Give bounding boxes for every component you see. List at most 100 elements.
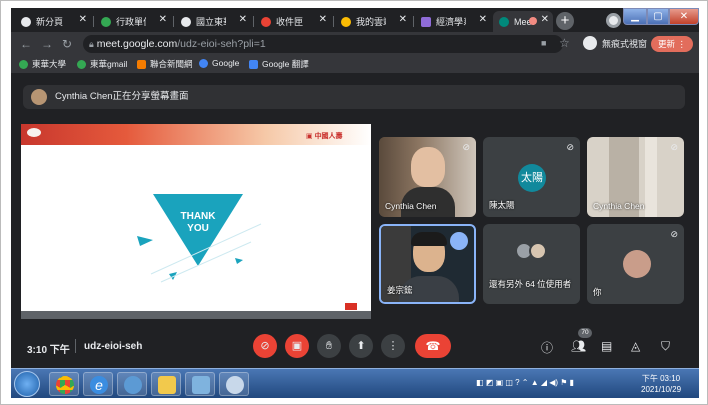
tab-divider — [173, 16, 174, 27]
chat-icon[interactable]: ▤ — [601, 339, 612, 353]
recording-dot-icon — [529, 17, 537, 25]
bookmark-udn[interactable]: 聯合新聞網 — [137, 58, 193, 70]
tab-favicon-icon — [101, 16, 111, 27]
participant-name: 你 — [593, 287, 602, 297]
bookmark-label: 東華大學 — [32, 59, 67, 69]
activities-icon[interactable]: ◬ — [631, 339, 640, 353]
people-icon[interactable]: 👥︎ — [571, 339, 586, 353]
close-tab-icon[interactable]: ✕ — [399, 14, 407, 25]
taskbar-paint[interactable] — [219, 372, 249, 396]
close-tab-icon[interactable]: ✕ — [319, 14, 327, 25]
close-tab-icon[interactable]: ✕ — [541, 14, 549, 25]
google-icon — [199, 58, 208, 68]
meet-icon — [499, 16, 509, 27]
close-tab-icon[interactable]: ✕ — [479, 14, 487, 25]
leave-call-button[interactable]: ☎ — [415, 334, 451, 358]
bookmark-gmail[interactable]: 東華gmail — [77, 58, 127, 70]
app-icon — [192, 376, 210, 394]
incognito-icon — [583, 36, 597, 50]
taskbar-ie[interactable]: e — [83, 372, 113, 396]
close-tab-icon[interactable]: ✕ — [79, 14, 87, 25]
participant-tile-active-speaker[interactable]: 姜宗鋐 — [379, 224, 476, 304]
bookmark-star-icon[interactable]: ☆ — [559, 36, 570, 50]
raise-hand-button[interactable]: ✋︎ — [317, 334, 341, 358]
meeting-time: 3:10 下午 — [27, 345, 70, 356]
translate-icon — [249, 59, 258, 69]
new-tab-button[interactable]: + — [556, 12, 574, 30]
tab-econ[interactable]: 經濟學系 ✕ — [415, 11, 491, 32]
system-tray[interactable]: ◧ ◩ ▣ ◫ ? ⌃ ▲ ◢ ◀) ⚑ ▮ — [476, 378, 574, 387]
taskbar-app[interactable] — [185, 372, 215, 396]
browser-window: 新分頁 ✕ 行政單位 ✕ 國立東華大 ✕ 收件匣 (8) ✕ 我的雲端硬 ✕ — [11, 8, 699, 398]
participant-name: 姜宗鋐 — [387, 285, 413, 295]
url-path: /udz-eioi-seh?pli=1 — [177, 38, 266, 50]
self-tile[interactable]: ⊘ 你 — [587, 224, 684, 304]
update-button[interactable]: 更新 ⋮ — [651, 36, 693, 52]
close-tab-icon[interactable]: ✕ — [159, 14, 167, 25]
close-window-button[interactable]: ✕ — [669, 8, 699, 25]
phone-hangup-icon: ☎ — [425, 339, 441, 353]
participant-tile[interactable]: ⊘ Cynthia Chen — [587, 137, 684, 217]
start-button[interactable] — [14, 371, 40, 397]
participant-tile[interactable]: 太陽 ⊘ 陳太陽 — [483, 137, 580, 217]
tab-divider — [93, 16, 94, 27]
reload-icon[interactable]: ↻ — [62, 37, 72, 51]
more-options-button[interactable]: ⋮ — [381, 334, 405, 358]
clock-time: 下午 03:10 — [641, 374, 681, 383]
participant-face — [411, 147, 445, 187]
tab-label: 新分頁 — [36, 17, 64, 27]
bookmark-google[interactable]: Google — [199, 58, 239, 68]
present-button[interactable]: ⬆ — [349, 334, 373, 358]
back-icon[interactable]: ← — [20, 37, 32, 51]
tab-gmail[interactable]: 收件匣 (8) ✕ — [255, 11, 331, 32]
presenting-banner: Cynthia Chen正在分享螢幕畫面 — [23, 85, 685, 109]
tab-admin[interactable]: 行政單位 ✕ — [95, 11, 171, 32]
tab-divider — [333, 16, 334, 27]
tab-drive[interactable]: 我的雲端硬 ✕ — [335, 11, 411, 32]
mic-off-icon: ⊘ — [462, 142, 470, 152]
maximize-button[interactable]: ▢ — [647, 8, 669, 25]
speaking-indicator-icon — [450, 232, 468, 250]
tab-meet[interactable]: Meet ✕ — [493, 11, 553, 32]
camera-toggle-button[interactable]: ▣ — [285, 334, 309, 358]
presenting-text: Cynthia Chen正在分享螢幕畫面 — [55, 91, 189, 102]
participant-name: 陳太陽 — [489, 200, 515, 210]
participant-tile[interactable]: ⊘ Cynthia Chen — [379, 137, 476, 217]
more-participants-tile[interactable]: 還有另外 64 位使用者 — [483, 224, 580, 304]
ie-icon: e — [90, 376, 108, 394]
bookmarks-bar: 東華大學 東華gmail 聯合新聞網 Google Google 翻譯 — [11, 56, 699, 74]
mic-toggle-button[interactable]: ⊘ — [253, 334, 277, 358]
room-door — [645, 137, 657, 217]
clock-date: 2021/10/29 — [641, 385, 682, 394]
taskbar-explorer[interactable] — [151, 372, 181, 396]
tab-ndhu[interactable]: 國立東華大 ✕ — [175, 11, 251, 32]
paint-icon — [226, 376, 244, 394]
arrow-shape — [137, 236, 153, 246]
camera-icon[interactable]: ■ — [541, 38, 546, 48]
participant-avatar: 太陽 — [518, 164, 546, 192]
host-controls-icon[interactable]: ⛉ — [661, 339, 670, 354]
presenter-avatar — [31, 89, 47, 105]
tab-favicon-icon — [21, 16, 31, 27]
bookmark-ndhu[interactable]: 東華大學 — [19, 58, 66, 70]
close-tab-icon[interactable]: ✕ — [239, 14, 247, 25]
bookmark-label: 聯合新聞網 — [150, 59, 193, 69]
incognito-indicator[interactable]: 無痕式視窗 — [583, 36, 647, 50]
bookmark-translate[interactable]: Google 翻譯 — [249, 58, 309, 70]
minimize-button[interactable]: ▁ — [623, 8, 647, 25]
forward-icon[interactable]: → — [41, 37, 53, 51]
tab-divider — [253, 16, 254, 27]
hand-icon: ✋︎ — [325, 340, 333, 352]
taskbar-clock[interactable]: 下午 03:10 2021/10/29 — [641, 373, 681, 395]
mic-off-icon: ⊘ — [260, 340, 270, 352]
address-bar[interactable]: 🔒︎ meet.google.com/udz-eioi-seh?pli=1 — [83, 35, 563, 53]
meeting-details-icon[interactable]: ⓘ — [541, 339, 553, 356]
taskbar-chrome[interactable] — [49, 372, 79, 396]
bookmark-label: Google — [212, 58, 240, 68]
meeting-code[interactable]: udz-eioi-seh — [84, 341, 142, 352]
chrome-icon — [56, 376, 74, 394]
folder-icon — [158, 376, 176, 394]
tab-new-tab[interactable]: 新分頁 ✕ — [15, 11, 91, 32]
taskbar-app[interactable] — [117, 372, 147, 396]
profile-icon[interactable] — [606, 13, 621, 28]
